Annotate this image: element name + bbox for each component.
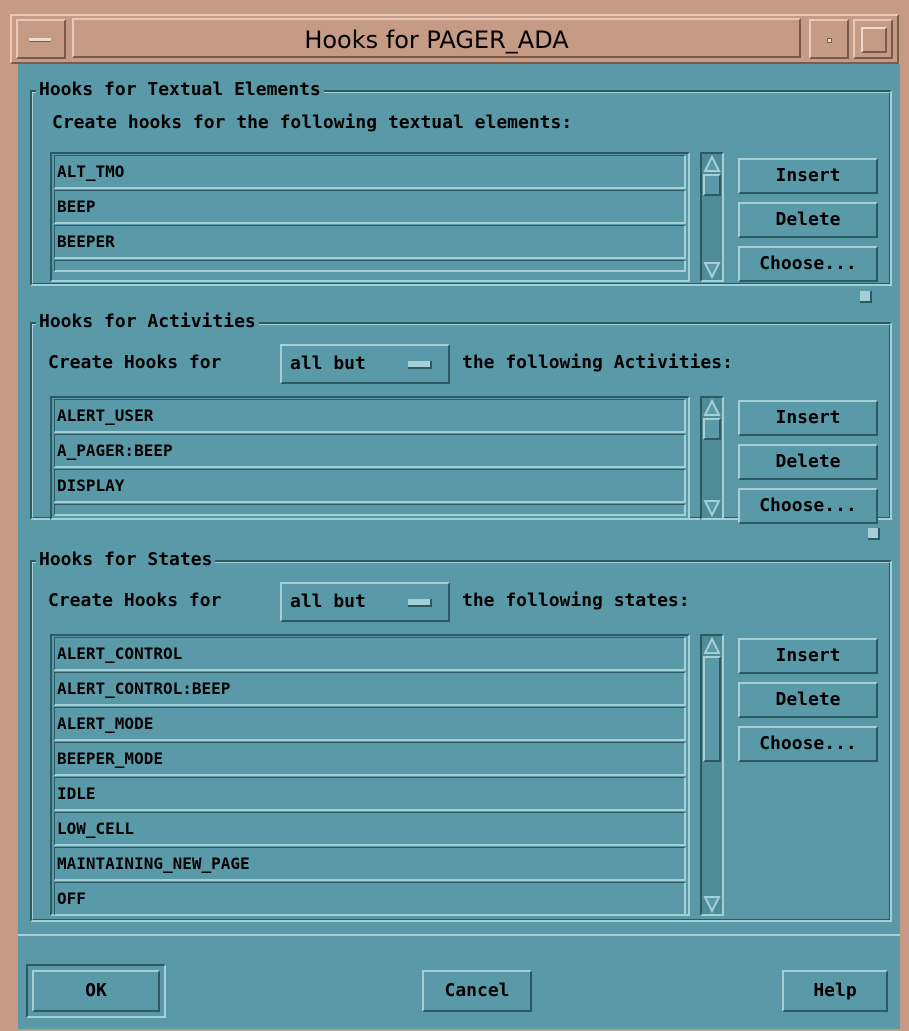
- textual-elements-list[interactable]: ALT_TMO BEEP BEEPER: [50, 152, 690, 282]
- list-item[interactable]: ALT_TMO: [54, 155, 686, 189]
- dialog-client-area: Hooks for Textual Elements Create hooks …: [18, 64, 900, 1029]
- activities-prompt-prefix: Create Hooks for: [48, 352, 222, 373]
- list-item[interactable]: BEEPER_MODE: [54, 742, 686, 776]
- list-item[interactable]: ALERT_CONTROL: [54, 637, 686, 671]
- scroll-down-arrow-icon[interactable]: [703, 261, 721, 279]
- list-item[interactable]: BEEP: [54, 190, 686, 224]
- textual-delete-button[interactable]: Delete: [738, 202, 878, 238]
- activities-choose-button[interactable]: Choose...: [738, 488, 878, 524]
- textual-choose-button[interactable]: Choose...: [738, 246, 878, 282]
- textual-elements-scrollbar[interactable]: [700, 152, 724, 282]
- textual-elements-group: Hooks for Textual Elements Create hooks …: [30, 78, 892, 286]
- window-menu-icon: [29, 38, 51, 42]
- states-legend: Hooks for States: [36, 548, 216, 572]
- activities-mode-option-menu[interactable]: all but: [280, 344, 450, 384]
- states-insert-button[interactable]: Insert: [738, 638, 878, 674]
- activities-prompt-suffix: the following Activities:: [462, 352, 733, 373]
- pane-sash-icon[interactable]: [860, 291, 872, 303]
- list-item[interactable]: IDLE: [54, 777, 686, 811]
- list-item-empty[interactable]: [54, 504, 686, 516]
- textual-insert-button[interactable]: Insert: [738, 158, 878, 194]
- list-item[interactable]: ALERT_CONTROL:BEEP: [54, 672, 686, 706]
- option-menu-indicator-icon: [408, 599, 432, 607]
- list-item[interactable]: LOW_CELL: [54, 812, 686, 846]
- window-frame: Hooks for PAGER_ADA Hooks for Textual El…: [0, 0, 909, 1031]
- states-delete-button[interactable]: Delete: [738, 682, 878, 718]
- title-bar[interactable]: Hooks for PAGER_ADA: [10, 14, 899, 64]
- cancel-button[interactable]: Cancel: [422, 970, 532, 1012]
- states-mode-value: all but: [290, 591, 366, 612]
- list-item[interactable]: OFF: [54, 882, 686, 916]
- activities-delete-button[interactable]: Delete: [738, 444, 878, 480]
- states-group: Hooks for States Create Hooks for all bu…: [30, 548, 892, 922]
- states-prompt-prefix: Create Hooks for: [48, 590, 222, 611]
- maximize-icon: [861, 27, 887, 53]
- list-item[interactable]: MAINTAINING_NEW_PAGE: [54, 847, 686, 881]
- activities-insert-button[interactable]: Insert: [738, 400, 878, 436]
- activities-legend: Hooks for Activities: [36, 310, 259, 334]
- maximize-button[interactable]: [853, 19, 893, 59]
- ok-button[interactable]: OK: [32, 970, 160, 1012]
- list-item[interactable]: BEEPER: [54, 225, 686, 259]
- scroll-up-arrow-icon[interactable]: [703, 399, 721, 417]
- scrollbar-thumb[interactable]: [703, 174, 721, 196]
- list-item[interactable]: A_PAGER:BEEP: [54, 434, 686, 468]
- window-menu-button[interactable]: [16, 19, 66, 59]
- activities-scrollbar[interactable]: [700, 396, 724, 520]
- list-item[interactable]: ALERT_MODE: [54, 707, 686, 741]
- dialog-button-area: OK Cancel Help: [18, 934, 900, 1029]
- list-item-empty[interactable]: [54, 260, 686, 272]
- states-prompt-suffix: the following states:: [462, 590, 690, 611]
- states-list[interactable]: ALERT_CONTROL ALERT_CONTROL:BEEP ALERT_M…: [50, 634, 690, 916]
- textual-elements-prompt: Create hooks for the following textual e…: [52, 112, 573, 133]
- scroll-down-arrow-icon[interactable]: [703, 895, 721, 913]
- scroll-down-arrow-icon[interactable]: [703, 499, 721, 517]
- activities-mode-value: all but: [290, 353, 366, 374]
- minimize-icon: [827, 38, 832, 43]
- activities-list[interactable]: ALERT_USER A_PAGER:BEEP DISPLAY: [50, 396, 690, 520]
- scroll-up-arrow-icon[interactable]: [703, 637, 721, 655]
- window-title: Hooks for PAGER_ADA: [72, 18, 801, 58]
- list-item[interactable]: DISPLAY: [54, 469, 686, 503]
- list-item[interactable]: ALERT_USER: [54, 399, 686, 433]
- help-button[interactable]: Help: [782, 970, 888, 1012]
- scrollbar-thumb[interactable]: [703, 418, 721, 440]
- textual-elements-legend: Hooks for Textual Elements: [36, 78, 324, 102]
- scrollbar-thumb[interactable]: [703, 656, 721, 762]
- scroll-up-arrow-icon[interactable]: [703, 155, 721, 173]
- pane-sash-icon[interactable]: [868, 528, 880, 540]
- states-scrollbar[interactable]: [700, 634, 724, 916]
- activities-group: Hooks for Activities Create Hooks for al…: [30, 310, 892, 524]
- states-mode-option-menu[interactable]: all but: [280, 582, 450, 622]
- option-menu-indicator-icon: [408, 361, 432, 369]
- minimize-button[interactable]: [809, 19, 849, 59]
- states-choose-button[interactable]: Choose...: [738, 726, 878, 762]
